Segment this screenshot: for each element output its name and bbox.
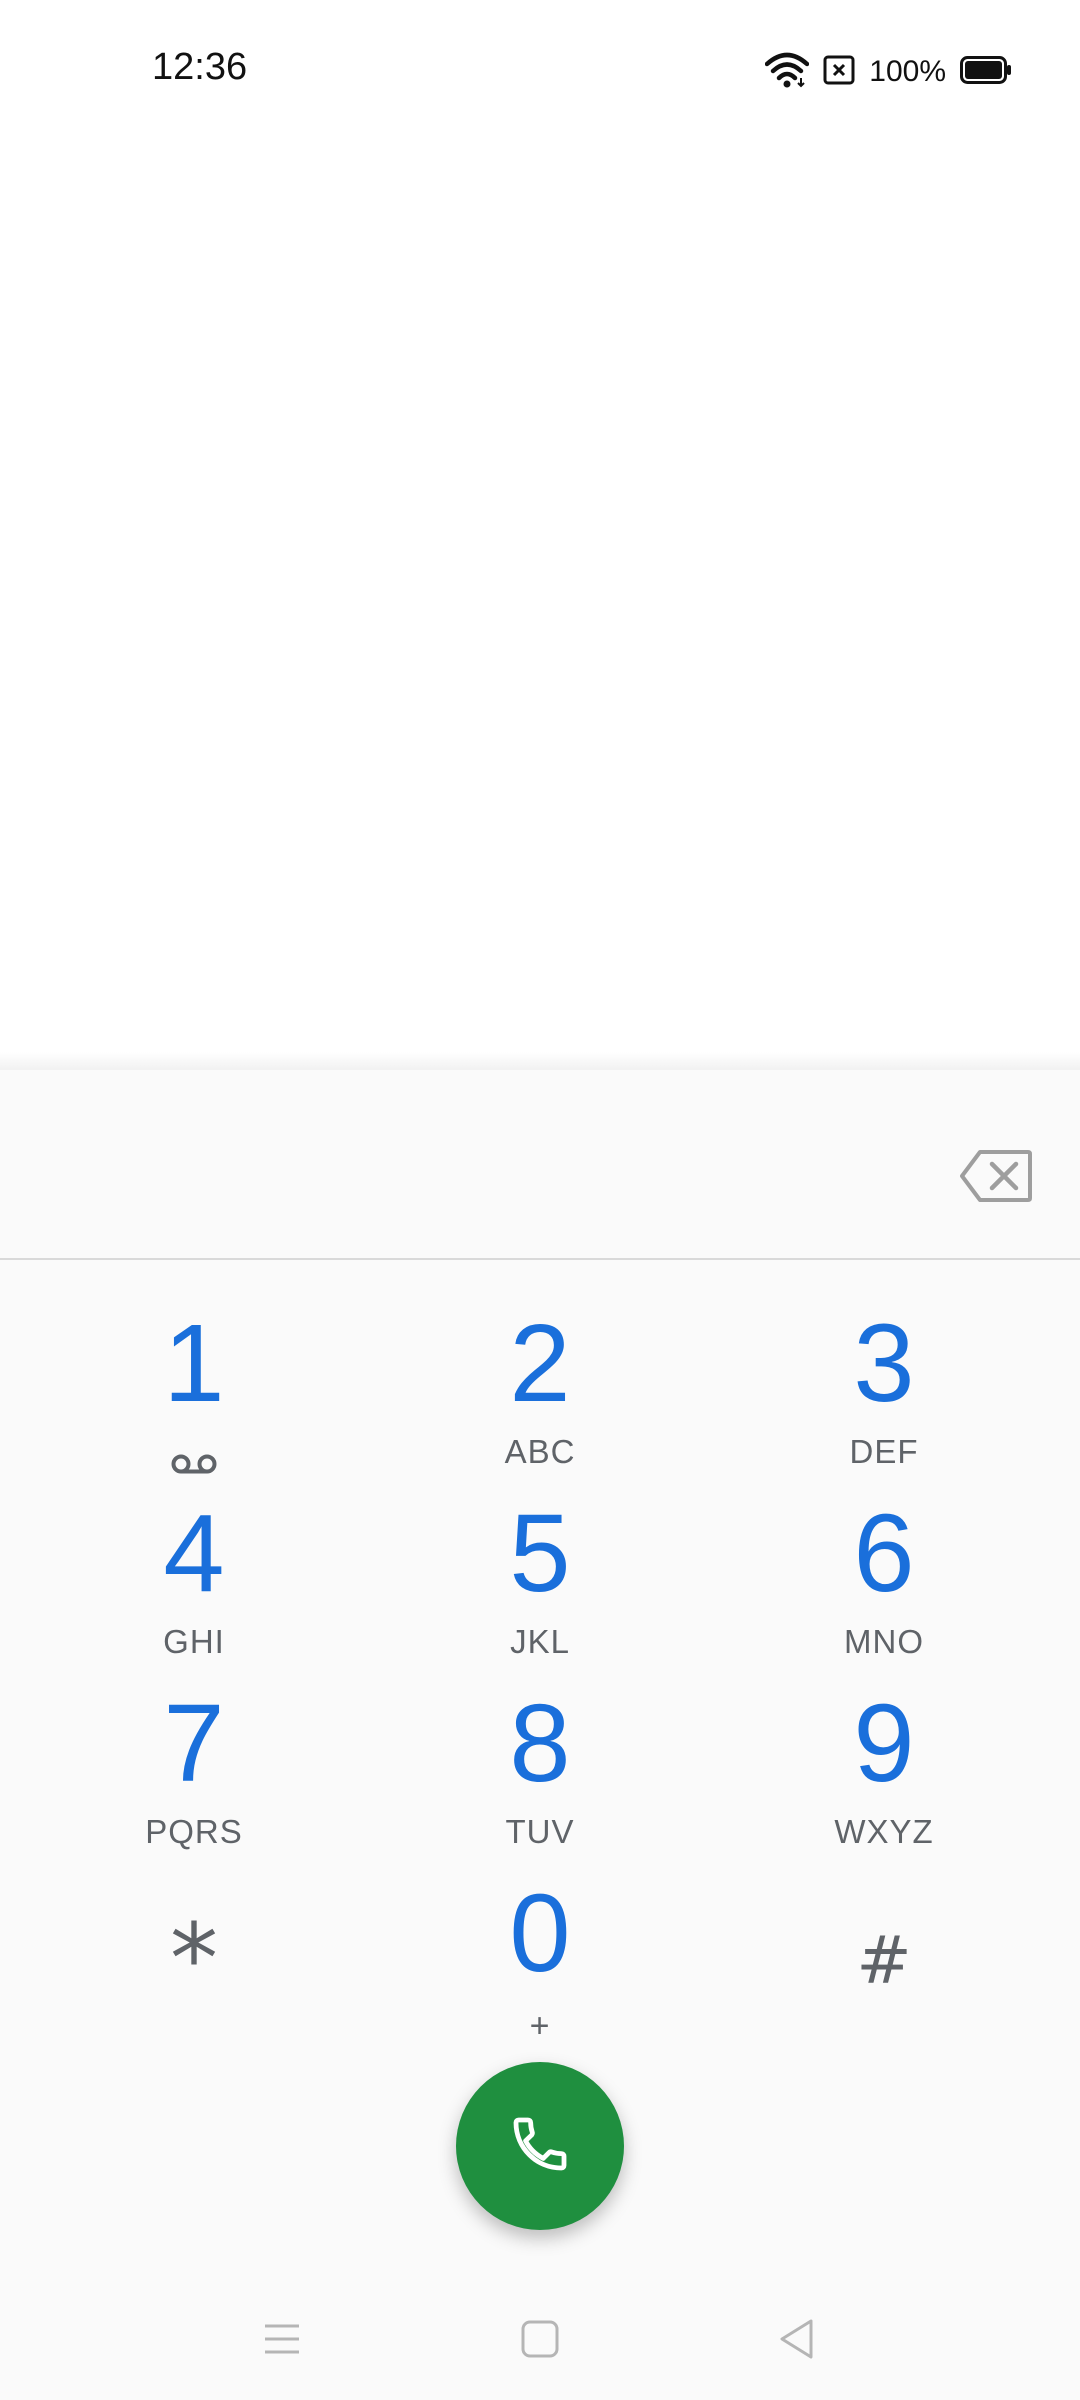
key-letters: GHI xyxy=(163,1623,225,1660)
sim-card-icon xyxy=(823,55,855,90)
battery-icon xyxy=(960,55,1012,89)
key-digit: # xyxy=(856,1922,912,1999)
navigation-bar xyxy=(0,2280,1080,2400)
key-0[interactable]: 0 + xyxy=(430,1872,650,2045)
key-letters: WXYZ xyxy=(834,1813,934,1850)
back-button[interactable] xyxy=(756,2306,836,2376)
key-digit: 6 xyxy=(853,1492,915,1615)
dialer-screen: 12:36 100% 1 2 ABC 3 DEF 4 GHI 5 JKL 6 M… xyxy=(0,0,1080,2400)
wifi-icon xyxy=(765,52,810,93)
key-digit: 5 xyxy=(509,1492,571,1615)
voicemail-icon xyxy=(84,1446,304,1482)
key-3[interactable]: 3 DEF xyxy=(774,1304,994,1474)
key-7[interactable]: 7 PQRS xyxy=(84,1684,304,1854)
key-digit: 4 xyxy=(163,1492,225,1615)
home-icon xyxy=(520,2319,560,2364)
key-1[interactable]: 1 xyxy=(84,1304,304,1474)
backspace-icon xyxy=(958,1150,1034,1208)
key-star[interactable]: * xyxy=(84,1874,304,2044)
key-2[interactable]: 2 ABC xyxy=(430,1304,650,1474)
key-6[interactable]: 6 MNO xyxy=(774,1494,994,1664)
call-button[interactable] xyxy=(456,2062,624,2230)
key-digit: 9 xyxy=(853,1682,915,1805)
key-letters: TUV xyxy=(505,1813,575,1850)
key-4[interactable]: 4 GHI xyxy=(84,1494,304,1664)
home-button[interactable] xyxy=(500,2306,580,2376)
call-log-area xyxy=(0,140,1080,1070)
recent-apps-button[interactable] xyxy=(242,2306,322,2376)
key-5[interactable]: 5 JKL xyxy=(430,1494,650,1664)
key-digit: * xyxy=(170,1903,218,2015)
key-letters: ABC xyxy=(504,1433,576,1470)
digits-row xyxy=(0,1070,1080,1260)
key-digit: 0 xyxy=(509,1872,571,1995)
key-letters: JKL xyxy=(510,1623,570,1660)
dialed-number-input[interactable] xyxy=(60,1110,924,1212)
menu-icon xyxy=(262,2322,302,2361)
status-icons: 100% xyxy=(765,50,1012,94)
status-bar: 12:36 100% xyxy=(0,0,1080,140)
back-icon xyxy=(776,2317,816,2366)
phone-icon xyxy=(508,2112,572,2181)
key-digit: 2 xyxy=(509,1302,571,1425)
key-hash[interactable]: # xyxy=(774,1874,994,2044)
key-9[interactable]: 9 WXYZ xyxy=(774,1684,994,1854)
key-letters: DEF xyxy=(849,1433,919,1470)
key-digit: 8 xyxy=(509,1682,571,1805)
key-digit: 7 xyxy=(163,1682,225,1805)
key-digit: 3 xyxy=(853,1302,915,1425)
key-letters: PQRS xyxy=(145,1813,243,1850)
battery-percent: 100% xyxy=(869,55,946,88)
key-8[interactable]: 8 TUV xyxy=(430,1684,650,1854)
key-digit: 1 xyxy=(163,1302,225,1425)
key-letters: + xyxy=(529,2007,551,2045)
key-letters: MNO xyxy=(844,1623,924,1660)
backspace-button[interactable] xyxy=(958,1148,1034,1204)
status-time: 12:36 xyxy=(152,46,248,88)
